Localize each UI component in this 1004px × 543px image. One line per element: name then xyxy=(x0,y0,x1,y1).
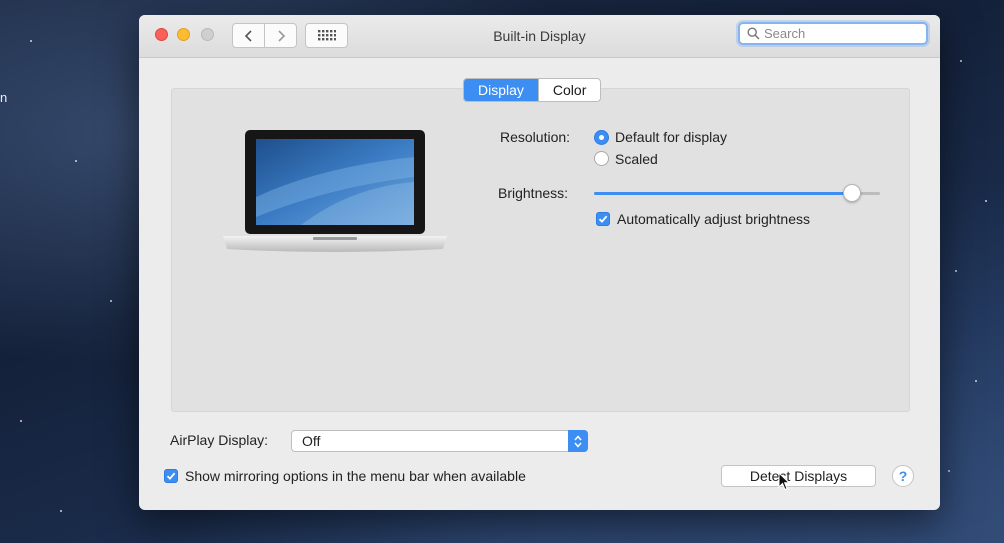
cursor-icon xyxy=(778,472,790,491)
display-preferences-window: Built-in Display Search Display Color Re… xyxy=(139,15,940,510)
tab-color[interactable]: Color xyxy=(537,79,600,101)
help-button[interactable]: ? xyxy=(892,465,914,487)
auto-brightness-checkbox[interactable] xyxy=(596,212,610,226)
show-mirroring-label[interactable]: Show mirroring options in the menu bar w… xyxy=(185,468,526,484)
tab-display[interactable]: Display xyxy=(464,79,538,101)
updown-arrows-icon xyxy=(574,434,582,448)
airplay-display-value: Off xyxy=(302,433,321,449)
brightness-label: Brightness: xyxy=(498,185,569,201)
resolution-label: Resolution: xyxy=(500,129,571,145)
brightness-slider-fill xyxy=(594,192,853,195)
scaled-label[interactable]: Scaled xyxy=(615,151,658,167)
default-for-display-radio[interactable] xyxy=(594,130,609,145)
select-arrows xyxy=(568,430,588,452)
show-mirroring-checkbox[interactable] xyxy=(164,469,178,483)
tab-bar: Display Color xyxy=(463,78,602,102)
brightness-slider[interactable] xyxy=(594,184,880,202)
checkmark-icon xyxy=(598,215,608,223)
auto-brightness-label[interactable]: Automatically adjust brightness xyxy=(617,211,810,227)
title-bar: Built-in Display Search xyxy=(139,15,940,58)
laptop-icon xyxy=(223,130,447,252)
airplay-display-label: AirPlay Display: xyxy=(170,432,269,448)
detect-displays-button[interactable]: Detect Displays xyxy=(721,465,876,487)
default-for-display-label[interactable]: Default for display xyxy=(615,129,727,145)
checkmark-icon xyxy=(166,472,176,480)
search-icon xyxy=(747,27,760,40)
airplay-display-select[interactable]: Off xyxy=(291,430,588,452)
search-placeholder: Search xyxy=(764,26,806,41)
search-field[interactable]: Search xyxy=(738,22,928,45)
scaled-radio[interactable] xyxy=(594,151,609,166)
desktop-edge-label: n xyxy=(0,90,8,105)
